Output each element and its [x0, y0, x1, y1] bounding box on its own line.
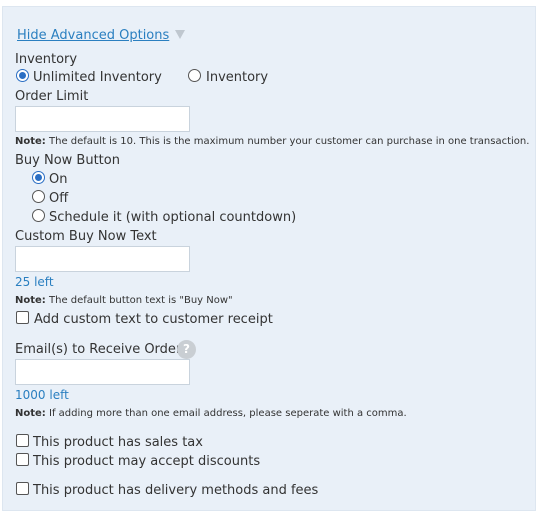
- emails-input[interactable]: [15, 359, 190, 385]
- caret-down-icon[interactable]: [175, 30, 186, 39]
- hide-advanced-options-toggle[interactable]: Hide Advanced Options: [17, 24, 186, 43]
- radio-buy-now-off-label[interactable]: Off: [49, 191, 68, 206]
- radio-unlimited-inventory[interactable]: [16, 69, 29, 82]
- note-prefix: Note:: [15, 136, 46, 147]
- emails-note-text: If adding more than one email address, p…: [49, 408, 407, 419]
- radio-buy-now-on-label[interactable]: On: [49, 172, 67, 187]
- note-prefix: Note:: [15, 408, 46, 419]
- buy-now-button-label: Buy Now Button: [15, 153, 120, 168]
- order-limit-note-text: The default is 10. This is the maximum n…: [49, 136, 530, 147]
- custom-text-remaining-count: 25 left: [15, 275, 54, 289]
- custom-receipt-text-checkbox[interactable]: [16, 311, 29, 324]
- radio-unlimited-inventory-label[interactable]: Unlimited Inventory: [33, 70, 162, 85]
- custom-buy-now-text-label: Custom Buy Now Text: [15, 229, 157, 244]
- advanced-options-panel: Hide Advanced Options Inventory Unlimite…: [2, 6, 536, 511]
- discounts-label[interactable]: This product may accept discounts: [33, 454, 260, 469]
- emails-remaining-count: 1000 left: [15, 388, 69, 402]
- radio-buy-now-on[interactable]: [32, 171, 45, 184]
- radio-inventory[interactable]: [188, 69, 201, 82]
- radio-inventory-label[interactable]: Inventory: [206, 70, 268, 85]
- hide-advanced-options-link[interactable]: Hide Advanced Options: [17, 28, 169, 43]
- note-prefix: Note:: [15, 295, 46, 306]
- radio-buy-now-schedule-label[interactable]: Schedule it (with optional countdown): [49, 210, 296, 225]
- emails-note: Note: If adding more than one email addr…: [15, 408, 407, 419]
- radio-buy-now-schedule[interactable]: [32, 209, 45, 222]
- custom-receipt-text-label[interactable]: Add custom text to customer receipt: [34, 312, 273, 327]
- inventory-label: Inventory: [15, 52, 78, 67]
- help-icon[interactable]: ?: [177, 340, 196, 359]
- discounts-checkbox[interactable]: [16, 453, 29, 466]
- order-limit-input[interactable]: [15, 106, 190, 132]
- sales-tax-checkbox[interactable]: [16, 434, 29, 447]
- emails-to-receive-orders-label: Email(s) to Receive Orders: [15, 342, 189, 357]
- custom-text-note: Note: The default button text is "Buy No…: [15, 295, 233, 306]
- custom-buy-now-text-input[interactable]: [15, 246, 190, 272]
- radio-buy-now-off[interactable]: [32, 190, 45, 203]
- custom-text-note-text: The default button text is "Buy Now": [49, 295, 233, 306]
- sales-tax-label[interactable]: This product has sales tax: [33, 435, 203, 450]
- order-limit-label: Order Limit: [15, 89, 89, 104]
- delivery-methods-label[interactable]: This product has delivery methods and fe…: [33, 483, 318, 498]
- order-limit-note: Note: The default is 10. This is the max…: [15, 136, 529, 147]
- delivery-methods-checkbox[interactable]: [16, 482, 29, 495]
